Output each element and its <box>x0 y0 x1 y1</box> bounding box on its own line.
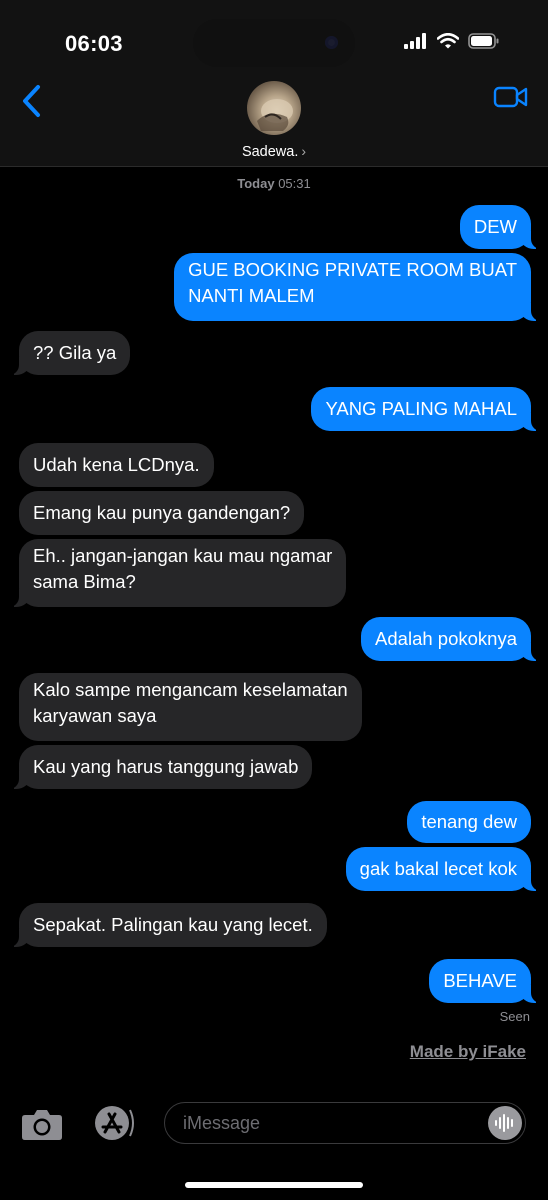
chevron-right-icon: › <box>301 143 307 159</box>
message-input[interactable] <box>181 1103 485 1143</box>
message-bubble-incoming[interactable]: Udah kena LCDnya. <box>19 443 214 487</box>
message-text: gak bakal lecet kok <box>359 858 517 879</box>
message-bubble-outgoing[interactable]: BEHAVE <box>429 959 543 1003</box>
camera-icon <box>22 1110 62 1140</box>
audio-waveform-icon <box>495 1114 513 1132</box>
message-bubble-incoming[interactable]: Eh.. jangan-jangan kau mau ngamar sama B… <box>6 539 347 607</box>
status-icons <box>404 33 500 49</box>
message-bubble-incoming[interactable]: Kalo sampe mengancam keselamatan karyawa… <box>19 673 362 741</box>
message-text: Kau yang harus tanggung jawab <box>33 756 299 777</box>
timestamp-day: Today <box>237 176 275 191</box>
message-bubble-incoming[interactable]: Sepakat. Palingan kau yang lecet. <box>7 903 327 947</box>
message-bubble-outgoing[interactable]: YANG PALING MAHAL <box>311 387 543 431</box>
message-bubble-incoming[interactable]: Emang kau punya gandengan? <box>19 491 305 535</box>
message-bubble-outgoing[interactable]: gak bakal lecet kok <box>345 847 544 891</box>
read-receipt: Seen <box>499 1009 530 1024</box>
camera-button[interactable] <box>20 1106 64 1142</box>
message-text: Udah kena LCDnya. <box>33 454 200 475</box>
dynamic-island <box>193 19 355 67</box>
message-bubble-incoming[interactable]: ?? Gila ya <box>6 331 131 375</box>
app-store-icon <box>95 1106 134 1140</box>
message-text: ?? Gila ya <box>33 342 117 363</box>
status-time: 06:03 <box>65 31 123 56</box>
timestamp-time: 05:31 <box>278 176 311 191</box>
audio-message-button[interactable] <box>488 1106 522 1140</box>
front-camera-icon <box>325 36 338 49</box>
message-text: Adalah pokoknya <box>375 628 517 649</box>
message-bubble-outgoing[interactable]: DEW <box>459 205 544 249</box>
wifi-icon <box>437 33 459 49</box>
message-text: DEW <box>473 216 517 237</box>
battery-icon <box>468 33 499 49</box>
message-bubble-outgoing[interactable]: Adalah pokoknya <box>361 617 543 661</box>
message-input-field[interactable] <box>164 1102 526 1144</box>
message-bubble-outgoing[interactable]: GUE BOOKING PRIVATE ROOM BUAT NANTI MALE… <box>174 253 543 321</box>
message-text: YANG PALING MAHAL <box>325 398 517 419</box>
message-text: Kalo sampe mengancam keselamatan karyawa… <box>33 679 348 726</box>
message-text: GUE BOOKING PRIVATE ROOM BUAT NANTI MALE… <box>188 259 517 306</box>
message-text: Eh.. jangan-jangan kau mau ngamar sama B… <box>33 545 333 592</box>
message-text: Sepakat. Palingan kau yang lecet. <box>33 914 313 935</box>
message-text: Emang kau punya gandengan? <box>33 502 291 523</box>
contact-name-button[interactable]: Sadewa. › <box>0 143 548 160</box>
message-bubble-incoming[interactable]: Kau yang harus tanggung jawab <box>6 745 313 789</box>
contact-name: Sadewa. <box>241 144 299 160</box>
cellular-signal-icon <box>404 33 426 49</box>
home-indicator[interactable] <box>185 1182 363 1188</box>
message-text: BEHAVE <box>443 970 517 991</box>
message-text: tenang dew <box>421 811 517 832</box>
app-store-button[interactable] <box>89 1104 137 1142</box>
watermark: Made by iFake <box>409 1042 526 1061</box>
status-bar: 06:03 <box>0 0 548 90</box>
message-bubble-outgoing[interactable]: tenang dew <box>407 801 531 843</box>
conversation-timestamp: Today 05:31 <box>0 176 548 191</box>
